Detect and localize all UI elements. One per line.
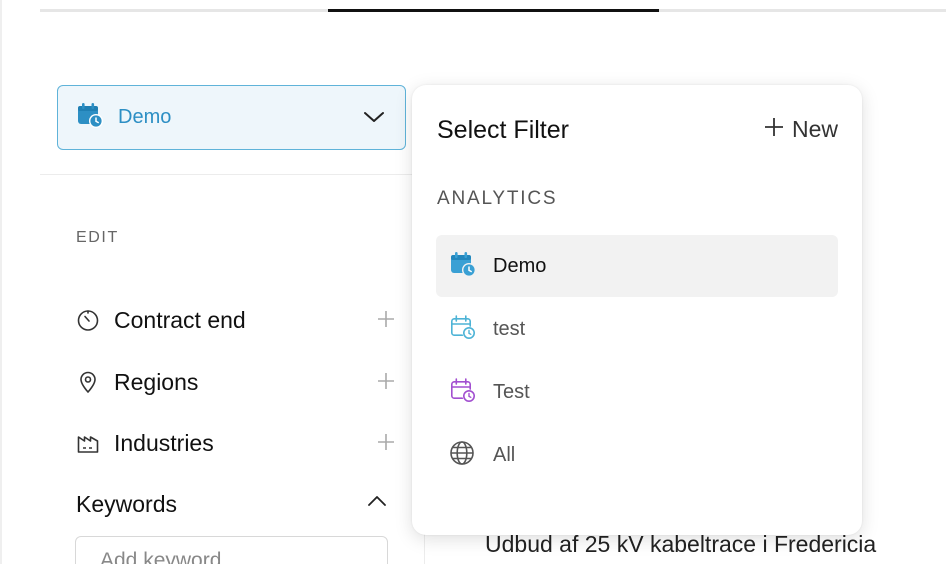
calendar-clock-icon [76,101,104,134]
filter-label-regions: Regions [114,368,199,395]
factory-icon [76,431,100,455]
keyword-input[interactable] [75,536,388,564]
calendar-clock-icon [449,376,477,409]
tender-title[interactable]: Udbud af 25 kV kabeltrace i Fredericia [485,531,876,558]
calendar-clock-icon [449,313,477,346]
option-label: Test [493,380,530,403]
divider [40,174,424,175]
add-industries-icon[interactable] [376,432,396,457]
selected-filter-label: Demo [118,106,172,128]
add-regions-icon[interactable] [376,371,396,396]
filter-row-contract-end[interactable]: Contract end [76,305,396,335]
globe-icon [449,439,477,472]
keywords-title: Keywords [76,491,177,517]
chevron-up-icon[interactable] [366,494,388,513]
option-label: Demo [493,254,547,277]
option-label: test [493,317,526,340]
map-pin-icon [76,370,100,394]
filter-option-demo[interactable]: Demo [436,235,838,297]
left-edge [0,0,2,564]
active-tab-indicator[interactable] [328,9,659,12]
chevron-down-icon [363,110,385,129]
filter-option-test-uppercase[interactable]: Test [436,361,838,423]
filter-row-industries[interactable]: Industries [76,428,396,458]
select-filter-popover: Select Filter New ANALYTICS Demo test Te… [412,85,862,535]
plus-icon [764,117,784,142]
add-contract-end-icon[interactable] [376,309,396,334]
filter-option-all[interactable]: All [436,424,838,486]
calendar-clock-icon [449,250,477,283]
popover-title: Select Filter [437,116,569,144]
analytics-section-title: ANALYTICS [437,188,558,209]
timer-icon [76,308,100,332]
filter-label-industries: Industries [114,429,214,456]
filter-selector[interactable]: Demo [57,85,406,150]
filter-row-regions[interactable]: Regions [76,367,396,397]
edit-section-title: EDIT [76,229,119,246]
new-filter-label: New [791,116,838,142]
filter-label-contract-end: Contract end [114,306,246,333]
new-filter-button[interactable]: New [764,116,838,143]
option-label: All [493,443,516,466]
filter-option-test[interactable]: test [436,298,838,360]
tab-strip [40,9,946,12]
